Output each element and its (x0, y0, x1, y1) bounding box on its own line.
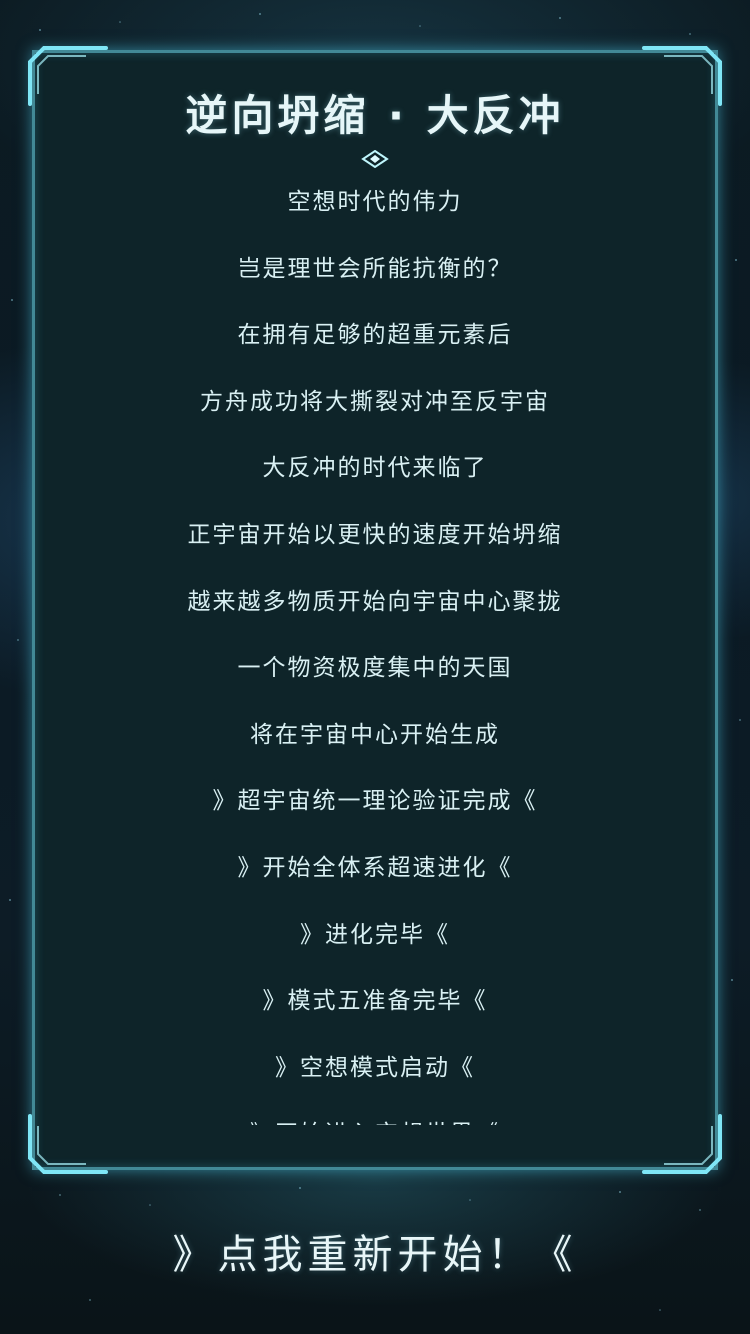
story-line: 空想时代的伟力 (287, 189, 463, 215)
story-line: 方舟成功将大撕裂对冲至反宇宙 (200, 388, 550, 415)
story-line: 越来越多物质开始向宇宙中心聚拢 (187, 588, 563, 615)
story-line: 在拥有足够的超重元素后 (237, 322, 513, 349)
story-line: 》开始进入空想世界《 (32, 1112, 718, 1125)
story-line: 》进化完毕《 (300, 921, 450, 948)
story-line: 正宇宙开始以更快的速度开始坍缩 (187, 521, 563, 548)
story-text: 空想时代的伟力 岂是理世会所能抗衡的？ 在拥有足够的超重元素后 方舟成功将大撕裂… (32, 180, 718, 1125)
story-line: 一个物资极度集中的天国 (237, 655, 513, 682)
story-line: 将在宇宙中心开始生成 (250, 721, 500, 748)
story-line: 岂是理世会所能抗衡的？ (237, 255, 513, 282)
restart-button[interactable]: 》点我重新开始！《 (0, 1222, 750, 1280)
dialog-title: 逆向坍缩 · 大反冲 (185, 91, 565, 140)
story-line: 》空想模式启动《 (275, 1054, 475, 1081)
story-line: 》开始全体系超速进化《 (237, 854, 513, 881)
story-line: 大反冲的时代来临了 (262, 455, 488, 482)
story-line: 》超宇宙统一理论验证完成《 (212, 788, 538, 815)
title-divider (150, 150, 600, 168)
story-line: 》模式五准备完毕《 (262, 988, 488, 1015)
